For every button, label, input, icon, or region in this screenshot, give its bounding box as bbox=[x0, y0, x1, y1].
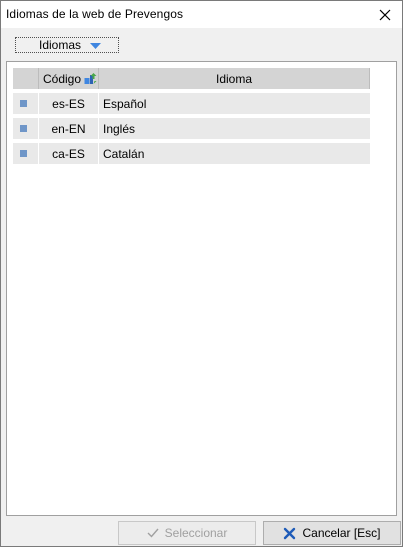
language-cell: Catalán bbox=[99, 143, 370, 164]
code-cell: es-ES bbox=[39, 93, 98, 114]
column-header-language-label: Idioma bbox=[215, 71, 253, 86]
code-cell: ca-ES bbox=[39, 143, 98, 164]
checkmark-icon bbox=[147, 528, 159, 538]
table-row[interactable]: en-EN Inglés bbox=[13, 118, 370, 139]
window-title: Idiomas de la web de Prevengos bbox=[6, 7, 184, 21]
row-marker-icon bbox=[20, 125, 27, 132]
row-indicator bbox=[13, 93, 38, 114]
row-marker-icon bbox=[20, 150, 27, 157]
row-indicator bbox=[13, 118, 38, 139]
language-cell: Español bbox=[99, 93, 370, 114]
sort-icon bbox=[84, 73, 97, 84]
languages-menu-label: Idiomas bbox=[39, 38, 82, 52]
close-button[interactable] bbox=[368, 1, 402, 28]
button-bar: Seleccionar Cancelar [Esc] bbox=[1, 519, 402, 546]
language-cell: Inglés bbox=[99, 118, 370, 139]
column-header-code[interactable]: Código bbox=[39, 68, 99, 89]
table-row[interactable]: es-ES Español bbox=[13, 93, 370, 114]
table-row[interactable]: ca-ES Catalán bbox=[13, 143, 370, 164]
code-cell: en-EN bbox=[39, 118, 98, 139]
cancel-button-label: Cancelar [Esc] bbox=[302, 526, 381, 540]
cancel-button[interactable]: Cancelar [Esc] bbox=[263, 521, 401, 545]
languages-grid-panel: Código Idioma es-ES Español en-EN Inglés… bbox=[6, 61, 397, 516]
row-indicator-header bbox=[13, 68, 39, 89]
chevron-down-icon bbox=[90, 42, 102, 49]
cancel-x-icon bbox=[283, 527, 296, 540]
close-icon bbox=[379, 9, 391, 20]
select-button[interactable]: Seleccionar bbox=[118, 521, 256, 545]
row-indicator bbox=[13, 143, 38, 164]
row-marker-icon bbox=[20, 100, 27, 107]
title-bar: Idiomas de la web de Prevengos bbox=[1, 1, 402, 28]
column-header-code-label: Código bbox=[43, 71, 82, 86]
select-button-label: Seleccionar bbox=[164, 526, 228, 540]
dialog-window: Idiomas de la web de Prevengos Idiomas C… bbox=[0, 0, 403, 547]
column-header-language[interactable]: Idioma bbox=[99, 68, 370, 89]
languages-menu-button[interactable]: Idiomas bbox=[15, 37, 119, 53]
